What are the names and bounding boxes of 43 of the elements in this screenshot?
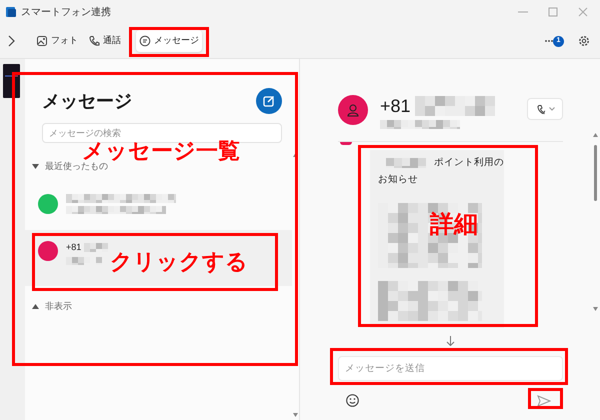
close-icon[interactable]	[578, 7, 588, 17]
caret-up-icon[interactable]	[32, 304, 39, 309]
message-text: ポイント利用の	[434, 156, 504, 170]
mosaic-drawing	[66, 257, 102, 265]
phone-icon	[536, 104, 544, 114]
message-input[interactable]: メッセージを送信	[338, 356, 563, 381]
nav-tab[interactable]: メッセージ	[136, 30, 202, 52]
scroll-down-icon[interactable]	[293, 413, 298, 417]
more-icon[interactable]	[545, 39, 553, 43]
settings-icon[interactable]	[578, 35, 590, 47]
scroll-down-icon[interactable]	[592, 307, 598, 311]
app-icon	[5, 6, 17, 18]
nav-tab[interactable]: フォト	[33, 30, 81, 52]
expand-icon[interactable]	[7, 35, 15, 47]
scrollbar-thumb[interactable]	[594, 145, 596, 201]
call-button[interactable]	[527, 98, 563, 120]
send-icon[interactable]	[537, 394, 551, 406]
nav-tab[interactable]: 通話	[85, 30, 124, 52]
photo-icon	[36, 35, 48, 47]
chat-icon	[139, 35, 151, 47]
emoji-icon[interactable]	[346, 394, 359, 407]
annotation-label: クリックする	[110, 251, 248, 273]
phone-icon	[88, 35, 100, 47]
compose-icon	[263, 95, 275, 107]
annotation-label: メッセージ一覧	[82, 140, 240, 162]
message-text: お知らせ	[378, 173, 419, 188]
chevron-down-icon	[548, 107, 554, 111]
avatar	[340, 142, 352, 145]
panel-title: メッセージ	[42, 90, 132, 112]
contact-name: +81	[66, 240, 82, 254]
annotation-box	[528, 388, 563, 409]
window-title: スマートフォン連携	[21, 6, 111, 20]
scroll-up-icon[interactable]	[592, 133, 598, 137]
mosaic-drawing	[84, 242, 108, 252]
compose-button[interactable]	[256, 88, 282, 114]
contact-name: +81	[380, 95, 411, 117]
down-arrow-icon[interactable]	[446, 336, 455, 346]
annotation-label: 詳細	[430, 213, 478, 237]
maximize-icon[interactable]	[548, 7, 558, 17]
person-icon	[347, 104, 359, 116]
caret-down-icon[interactable]	[32, 164, 39, 170]
section-label: 最近使ったもの	[45, 161, 108, 173]
section-label: 非表示	[45, 300, 72, 312]
